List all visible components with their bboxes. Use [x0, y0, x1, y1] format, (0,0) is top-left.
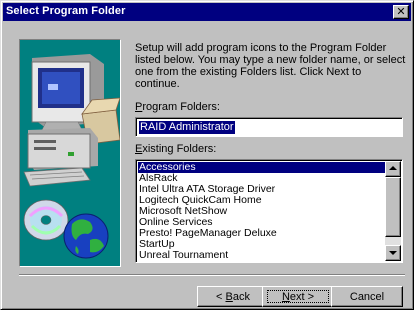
folder-items: Accessories AlsRack Intel Ultra ATA Stor…	[138, 162, 386, 262]
title-bar[interactable]: Select Program Folder ✕	[3, 3, 411, 21]
close-button[interactable]: ✕	[393, 5, 409, 19]
program-folder-input[interactable]: RAID Administrator	[135, 117, 403, 137]
program-folders-label-text: rogram Folders:	[142, 101, 220, 113]
scroll-down-arrow-icon	[389, 251, 397, 255]
program-folders-label: Program Folders:	[135, 101, 220, 113]
scroll-up-arrow-icon	[389, 166, 397, 170]
existing-folders-list[interactable]: Accessories AlsRack Intel Ultra ATA Stor…	[135, 159, 403, 263]
setup-illustration-panel	[19, 39, 121, 267]
vertical-scrollbar[interactable]	[385, 161, 401, 261]
program-folder-value: RAID Administrator	[139, 121, 235, 134]
close-icon: ✕	[396, 5, 406, 18]
scroll-up-button[interactable]	[385, 161, 401, 177]
computer-illustration	[23, 54, 120, 259]
scroll-down-button[interactable]	[385, 245, 401, 261]
existing-folders-label: Existing Folders:	[135, 143, 216, 155]
setup-dialog-window: Select Program Folder ✕ Setup will add p…	[0, 0, 414, 310]
globe-icon	[63, 213, 109, 259]
back-button-accelerator: B	[225, 290, 233, 303]
focus-rectangle	[267, 290, 329, 303]
scroll-thumb[interactable]	[385, 177, 401, 237]
existing-folders-label-text: xisting Folders:	[142, 143, 217, 155]
list-item[interactable]: Presto! PageManager Deluxe	[138, 228, 386, 239]
cancel-button[interactable]: Cancel	[331, 286, 403, 307]
button-divider	[19, 274, 405, 276]
back-button-prefix: <	[216, 290, 226, 303]
cd-rom-disc-icon	[23, 199, 69, 241]
next-button[interactable]: Next >	[262, 286, 334, 307]
instructions-text: Setup will add program icons to the Prog…	[135, 42, 406, 90]
back-button[interactable]: < Back	[197, 286, 269, 307]
back-button-text: ack	[232, 290, 250, 303]
list-item[interactable]: Unreal Tournament	[138, 250, 386, 261]
window-title: Select Program Folder	[6, 5, 126, 17]
